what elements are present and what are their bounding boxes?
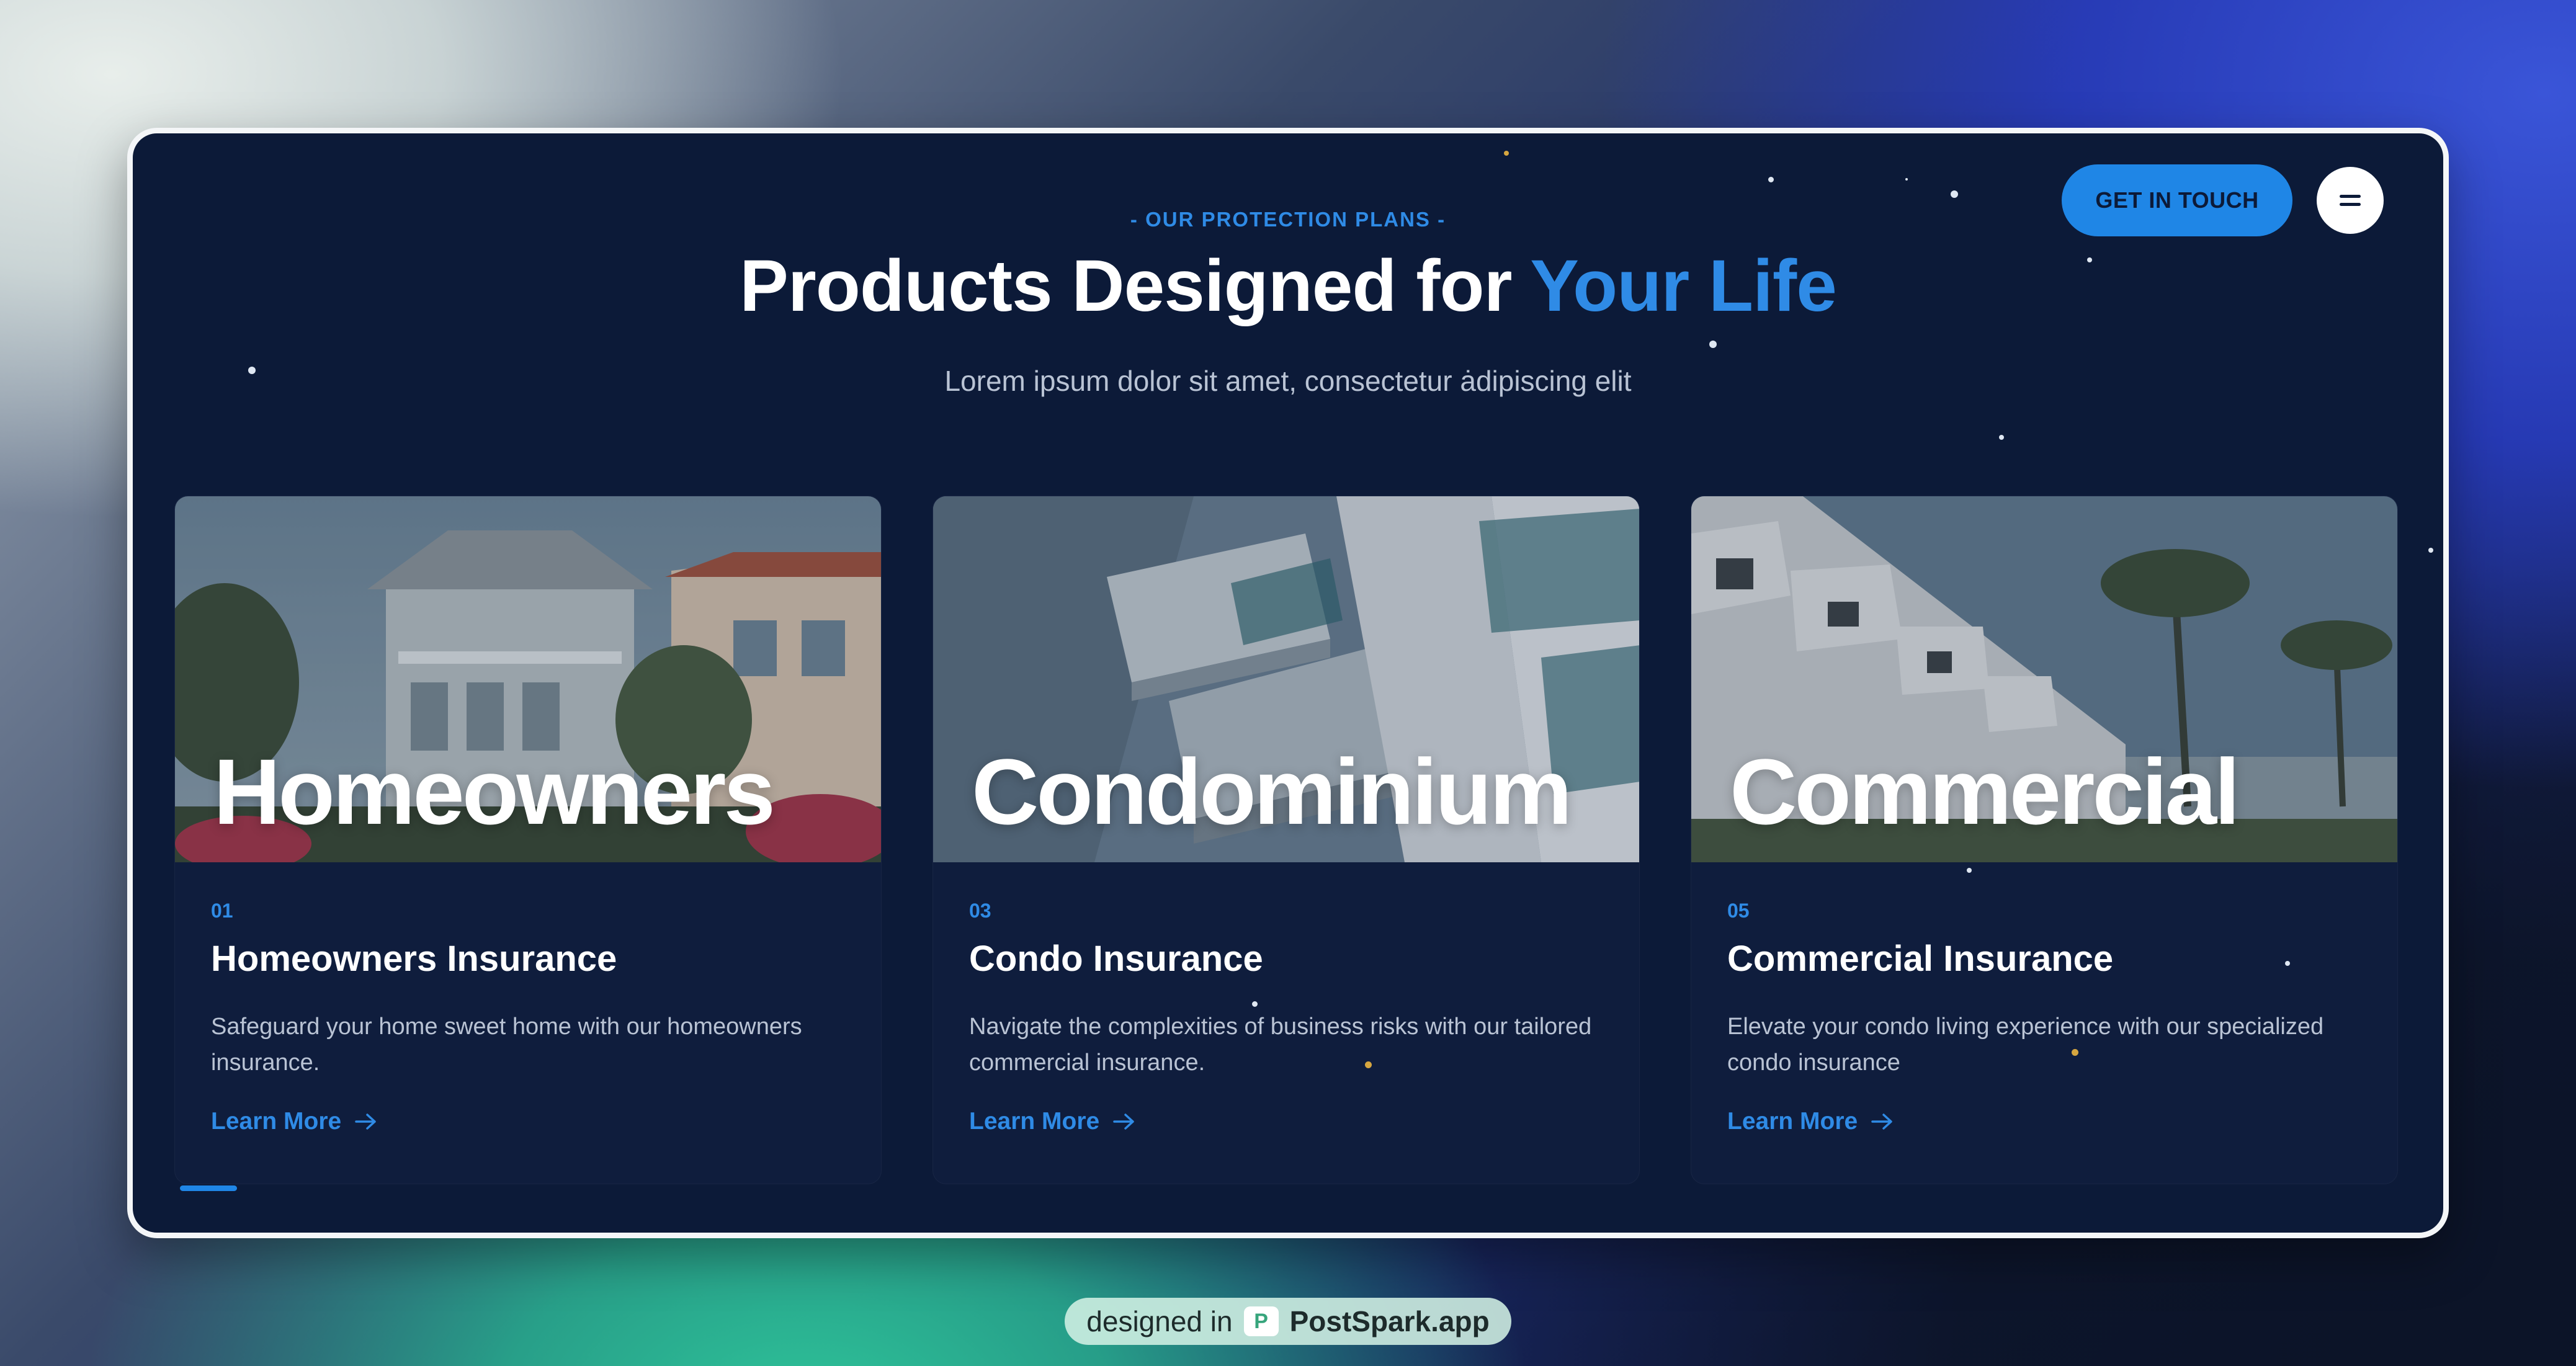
card-title: Commercial Insurance — [1727, 939, 2114, 979]
main-panel: - OUR PROTECTION PLANS - Products Design… — [127, 128, 2449, 1238]
card-image: Condominium — [933, 496, 1639, 862]
card-number: 01 — [211, 900, 233, 922]
page-title-accent: Your Life — [1530, 245, 1837, 327]
learn-more-link[interactable]: Learn More — [1727, 1108, 1894, 1135]
page-title: Products Designed for Your Life — [133, 244, 2443, 328]
learn-more-link[interactable]: Learn More — [969, 1108, 1135, 1135]
learn-more-label: Learn More — [1727, 1108, 1858, 1135]
star-dot — [2285, 961, 2290, 966]
product-card-commercial: Commercial 05 Commercial Insurance Eleva… — [1691, 496, 2398, 1184]
arrow-right-icon — [1113, 1113, 1135, 1130]
learn-more-link[interactable]: Learn More — [211, 1108, 377, 1135]
card-image-word: Homeowners — [213, 739, 776, 844]
arrow-right-icon — [1871, 1113, 1894, 1130]
star-dot — [2072, 1049, 2078, 1056]
product-card-homeowners: Homeowners 01 Homeowners Insurance Safeg… — [174, 496, 882, 1184]
star-dot — [1252, 1001, 1258, 1007]
carousel-progress-indicator — [180, 1185, 237, 1191]
card-description: Navigate the complexities of business ri… — [969, 1014, 1592, 1076]
menu-button[interactable] — [2317, 167, 2384, 234]
star-dot — [1951, 190, 1958, 198]
card-image: Homeowners — [175, 496, 881, 862]
badge-prefix: designed in — [1086, 1305, 1233, 1337]
product-card-condominium: Condominium 03 Condo Insurance Navigate … — [932, 496, 1640, 1184]
star-dot — [2428, 548, 2433, 553]
star-dot — [1709, 341, 1717, 348]
page-title-main: Products Designed for — [740, 245, 1512, 327]
card-title: Condo Insurance — [969, 939, 1263, 979]
learn-more-label: Learn More — [969, 1108, 1100, 1135]
get-in-touch-button[interactable]: GET IN TOUCH — [2062, 164, 2292, 236]
card-title: Homeowners Insurance — [211, 939, 617, 979]
badge-brand: PostSpark.app — [1289, 1305, 1490, 1337]
star-dot — [1967, 868, 1972, 873]
card-image-word: Condominium — [972, 739, 1572, 844]
card-number: 03 — [969, 900, 991, 922]
card-image-word: Commercial — [1730, 739, 2240, 844]
star-dot — [1365, 1061, 1372, 1068]
card-description: Elevate your condo living experience wit… — [1727, 1014, 2324, 1076]
star-dot — [1999, 435, 2004, 440]
arrow-right-icon — [355, 1113, 377, 1130]
star-dot — [1504, 151, 1509, 156]
card-image: Commercial — [1691, 496, 2397, 862]
card-number: 05 — [1727, 900, 1750, 922]
page-subtitle: Lorem ipsum dolor sit amet, consectetur … — [944, 365, 1632, 397]
card-description: Safeguard your home sweet home with our … — [211, 1014, 802, 1076]
star-dot — [1768, 177, 1774, 182]
designed-in-badge[interactable]: designed in P PostSpark.app — [1065, 1298, 1511, 1345]
learn-more-label: Learn More — [211, 1108, 342, 1135]
postspark-logo-icon: P — [1243, 1306, 1279, 1336]
star-dot — [1905, 178, 1908, 181]
